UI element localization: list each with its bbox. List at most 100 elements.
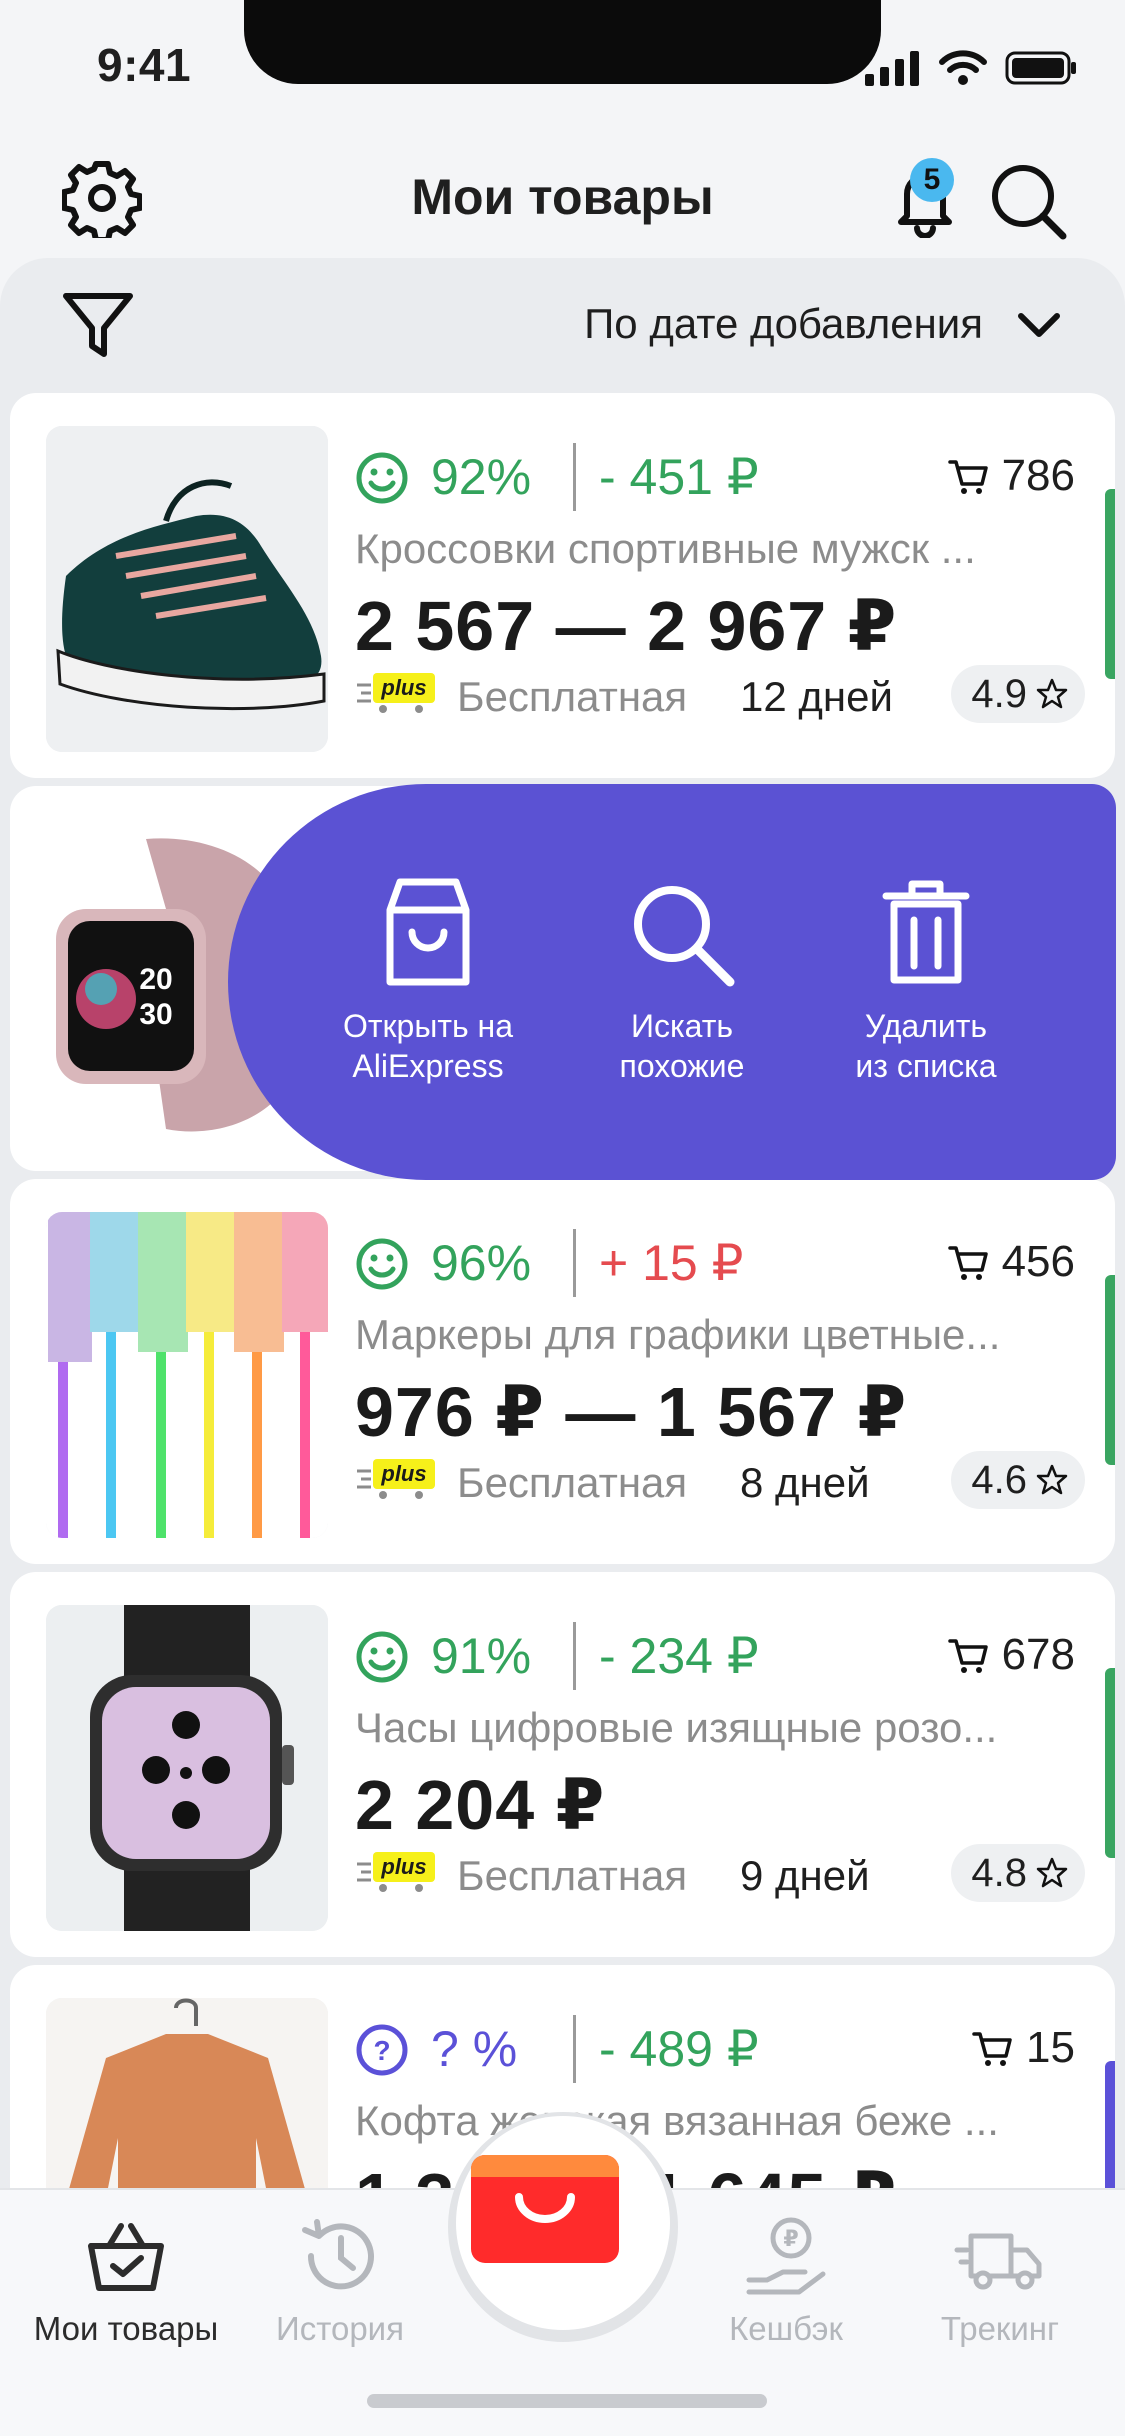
search-icon[interactable] — [985, 158, 1070, 243]
tab-tracking[interactable]: Трекинг — [890, 2210, 1110, 2348]
status-accent — [1105, 1275, 1115, 1465]
svg-text:plus: plus — [380, 1461, 426, 1486]
search-icon — [634, 886, 735, 987]
price-delta: - 234 ₽ — [599, 1628, 759, 1684]
orders-count: 786 — [946, 451, 1075, 501]
orders-count-value: 786 — [1001, 451, 1075, 500]
svg-text:plus: plus — [380, 675, 426, 700]
product-image-watch — [46, 1605, 328, 1931]
match-percent: ? % — [431, 2021, 518, 2077]
star-icon — [1036, 678, 1068, 709]
shipping-type: Бесплатная — [457, 1852, 688, 1899]
notification-badge: 5 — [910, 158, 954, 202]
wifi-icon — [939, 50, 987, 85]
orders-count-value: 456 — [1001, 1237, 1075, 1286]
notch — [244, 0, 881, 84]
rating-value: 4.6 — [971, 1457, 1027, 1502]
plus-delivery-icon: plus — [357, 1852, 435, 1892]
top-app-bar: Мои товары 5 — [0, 140, 1125, 250]
tab-label: Трекинг — [940, 2310, 1060, 2347]
cart-icon — [947, 1246, 988, 1280]
product-name: Кофта женская вязанная беже ... — [355, 2097, 999, 2144]
trash-icon — [882, 880, 970, 984]
rating-value: 4.8 — [971, 1850, 1027, 1895]
shipping-type: Бесплатная — [457, 673, 688, 720]
signal-icon — [865, 51, 919, 86]
product-name: Кроссовки спортивные мужск ... — [355, 525, 976, 572]
orders-count: 456 — [946, 1237, 1075, 1287]
delivery-days: 9 дней — [740, 1852, 870, 1899]
tab-my-products[interactable]: Мои товары — [16, 2210, 236, 2348]
rating-value: 4.9 — [971, 671, 1027, 716]
product-metrics: 91% - 234 ₽ 678 — [355, 1622, 1075, 1692]
product-card[interactable]: 96% + 15 ₽ 456 Маркеры для графики цветн… — [10, 1179, 1115, 1564]
rating-chip: 4.8 — [951, 1844, 1085, 1902]
product-price: 976 ₽ — 1 567 ₽ — [355, 1373, 908, 1451]
remove-from-list-button[interactable]: Удалить из списка — [806, 874, 1046, 1086]
match-percent: 91% — [431, 1628, 532, 1684]
tab-label: Кешбэк — [729, 2310, 843, 2347]
cart-icon — [972, 2032, 1012, 2066]
product-name: Часы цифровые изящные розо... — [355, 1704, 998, 1751]
svg-text:30: 30 — [139, 998, 172, 1031]
cart-icon — [947, 1639, 988, 1673]
orders-count: 15 — [970, 2023, 1075, 2073]
star-icon — [1036, 1464, 1068, 1495]
action-label: Открыть на AliExpress — [342, 1008, 514, 1084]
tab-cashback[interactable]: ₽ Кешбэк — [676, 2210, 896, 2348]
truck-icon — [954, 2233, 1042, 2290]
status-accent — [1105, 2061, 1115, 2188]
delivery-days: 12 дней — [740, 673, 893, 720]
shipping-type: Бесплатная — [457, 1459, 688, 1506]
smile-icon — [356, 1631, 408, 1683]
product-card[interactable]: 92% - 451 ₽ 786 Кроссовки спортивные муж… — [10, 393, 1115, 778]
divider — [573, 1622, 576, 1690]
price-delta: - 489 ₽ — [599, 2021, 759, 2077]
product-card[interactable]: 91% - 234 ₽ 678 Часы цифровые изящные ро… — [10, 1572, 1115, 1957]
product-price: 2 567 — 2 967 ₽ — [355, 587, 898, 665]
cashback-icon: ₽ — [746, 2217, 826, 2295]
divider — [573, 1229, 576, 1297]
svg-text:plus: plus — [380, 1854, 426, 1879]
history-icon — [302, 2219, 374, 2290]
divider — [573, 443, 576, 511]
status-accent — [1105, 489, 1115, 679]
tab-label: История — [276, 2310, 404, 2347]
product-metrics: ? ? % - 489 ₽ 15 — [355, 2015, 1075, 2085]
product-metrics: 92% - 451 ₽ 786 — [355, 443, 1075, 513]
home-indicator — [367, 2394, 767, 2408]
filter-icon[interactable] — [60, 288, 136, 364]
star-icon — [1036, 1857, 1068, 1888]
status-accent — [1105, 1668, 1115, 1858]
sort-bar: По дате добавления — [0, 258, 1125, 388]
product-metrics: 96% + 15 ₽ 456 — [355, 1229, 1075, 1299]
rating-chip: 4.9 — [951, 665, 1085, 723]
match-percent: 96% — [431, 1235, 532, 1291]
rating-chip: 4.6 — [951, 1451, 1085, 1509]
shipping-row: plus Бесплатная 8 дней 4.6 — [355, 1451, 1085, 1511]
unknown-match-icon: ? — [356, 2024, 408, 2076]
open-on-aliexpress-button[interactable]: Открыть на AliExpress — [308, 874, 548, 1086]
tab-label: Мои товары — [33, 2310, 219, 2347]
product-image-sneakers — [46, 426, 328, 752]
shipping-row: plus Бесплатная 12 дней 4.9 — [355, 665, 1085, 725]
action-label: Искать похожие — [619, 1008, 745, 1084]
plus-delivery-icon: plus — [357, 1459, 435, 1499]
product-name: Маркеры для графики цветные... — [355, 1311, 1001, 1358]
price-delta: - 451 ₽ — [599, 449, 759, 505]
basket-icon — [88, 2223, 164, 2291]
sort-dropdown-label[interactable]: По дате добавления — [584, 300, 983, 348]
aliexpress-smile-icon — [515, 2193, 575, 2223]
svg-text:20: 20 — [139, 963, 172, 996]
divider — [573, 2015, 576, 2083]
aliexpress-button[interactable] — [471, 2155, 619, 2263]
tab-history[interactable]: История — [230, 2210, 450, 2348]
search-similar-button[interactable]: Искать похожие — [562, 874, 802, 1086]
swipe-action-panel: Открыть на AliExpress Искать похожие Уда… — [228, 784, 1116, 1180]
smile-icon — [356, 452, 408, 504]
cart-icon — [947, 460, 988, 494]
product-price: 2 204 ₽ — [355, 1766, 606, 1844]
chevron-down-icon[interactable] — [1015, 306, 1063, 342]
match-percent: 92% — [431, 449, 532, 505]
price-delta: + 15 ₽ — [599, 1235, 744, 1291]
